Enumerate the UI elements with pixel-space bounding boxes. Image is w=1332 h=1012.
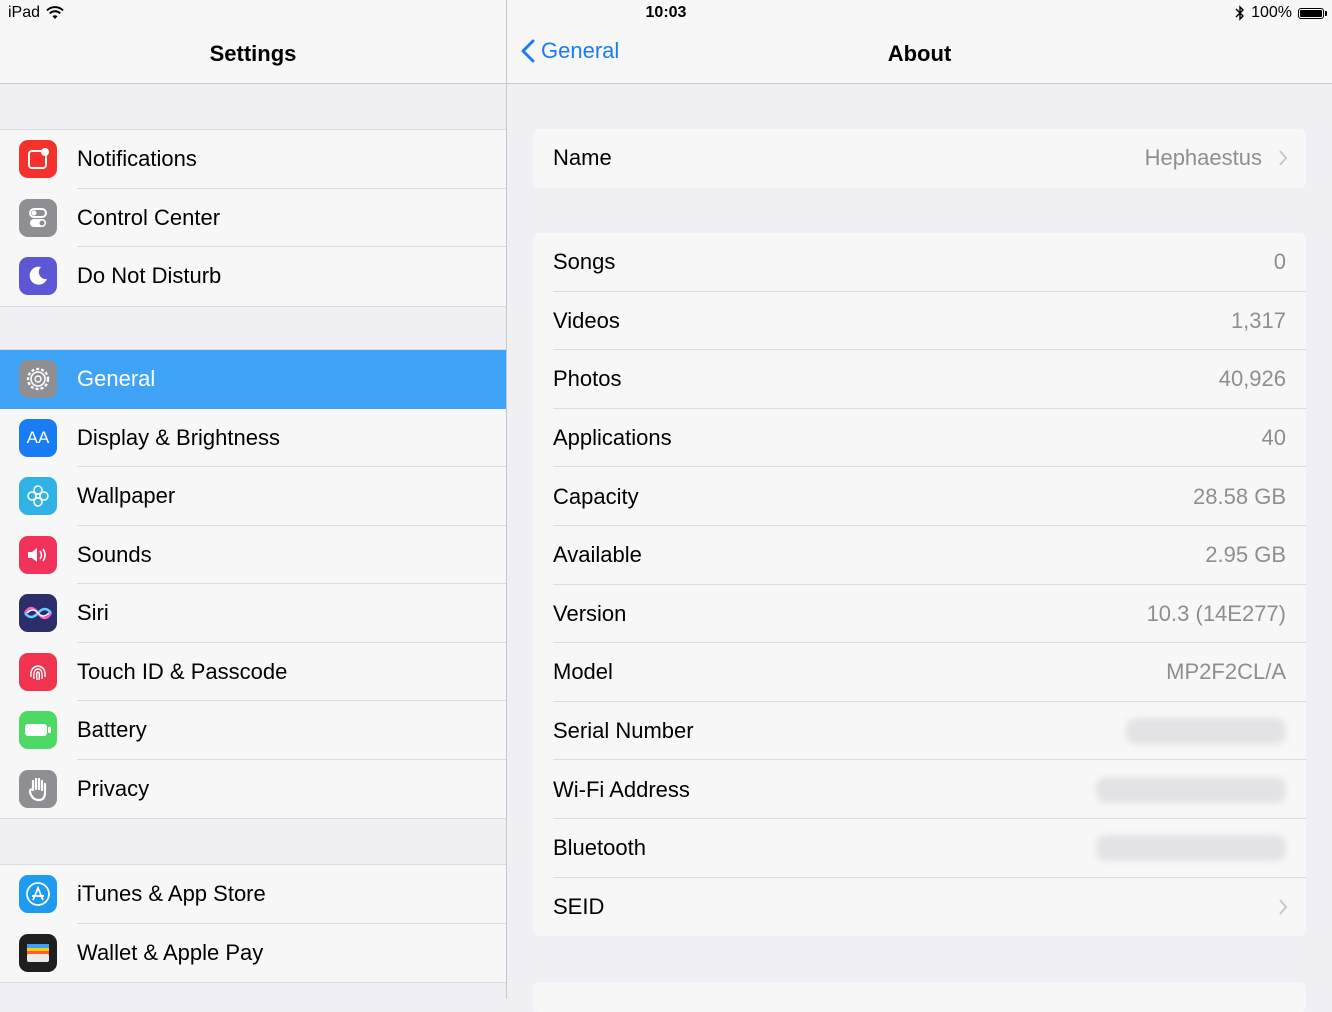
status-time: 10:03 <box>645 4 687 21</box>
bluetooth-row: Bluetooth <box>533 819 1306 878</box>
songs-value: 0 <box>1273 249 1286 275</box>
serial-number-redacted-value <box>1126 718 1286 745</box>
sidebar-item-display-brightness[interactable]: AA Display & Brightness <box>0 409 506 467</box>
sidebar-item-general[interactable]: General <box>0 350 506 409</box>
sidebar-item-sounds[interactable]: Sounds <box>0 526 506 584</box>
available-row: Available 2.95 GB <box>533 526 1306 585</box>
sidebar-item-notifications[interactable]: Notifications <box>0 130 506 189</box>
songs-row: Songs 0 <box>533 233 1306 292</box>
photos-value: 40,926 <box>1218 366 1286 392</box>
speaker-icon <box>19 535 57 574</box>
sidebar-item-label: Wallpaper <box>77 483 176 509</box>
sidebar-item-label: Siri <box>77 600 109 626</box>
serial-number-row: Serial Number <box>533 702 1306 761</box>
wallpaper-flower-icon <box>19 477 57 516</box>
about-pane: General About Name Hephaestus Songs 0 Vide… <box>507 0 1332 1012</box>
applications-label: Applications <box>553 425 672 451</box>
sidebar-item-do-not-disturb[interactable]: Do Not Disturb <box>0 247 506 306</box>
videos-value: 1,317 <box>1230 307 1286 333</box>
sidebar-item-label: Touch ID & Passcode <box>77 658 288 684</box>
settings-sidebar: Settings Notifications Control Center Do N… <box>0 0 507 999</box>
sidebar-item-privacy[interactable]: Privacy <box>0 760 506 819</box>
siri-icon <box>19 594 57 633</box>
bluetooth-redacted-value <box>1096 835 1286 862</box>
next-card <box>533 982 1306 1012</box>
sidebar-item-label: General <box>77 366 156 392</box>
settings-group-3: iTunes & App Store Wallet & Apple Pay <box>0 864 506 983</box>
sidebar-item-label: Wallet & Apple Pay <box>77 939 264 965</box>
sidebar-item-label: iTunes & App Store <box>77 881 266 907</box>
applications-value: 40 <box>1261 425 1286 451</box>
battery-icon <box>19 711 57 750</box>
available-label: Available <box>553 542 642 568</box>
seid-row[interactable]: SEID <box>533 878 1306 937</box>
chevron-right-icon <box>1279 898 1288 915</box>
serial-number-label: Serial Number <box>553 718 694 744</box>
sidebar-item-wallpaper[interactable]: Wallpaper <box>0 467 506 526</box>
chevron-right-icon <box>1279 150 1288 166</box>
page-title: About <box>887 41 952 66</box>
sidebar-item-label: Privacy <box>77 775 150 801</box>
status-bar: iPad 10:03 100% <box>0 0 1332 28</box>
photos-row: Photos 40,926 <box>533 350 1306 409</box>
sidebar-item-itunes-app-store[interactable]: iTunes & App Store <box>0 865 506 924</box>
battery-percent: 100% <box>1251 4 1292 21</box>
videos-row: Videos 1,317 <box>533 292 1306 351</box>
sidebar-item-label: Display & Brightness <box>77 424 280 450</box>
wi-fi-address-label: Wi-Fi Address <box>553 776 690 802</box>
model-value: MP2F2CL/A <box>1166 659 1286 685</box>
photos-label: Photos <box>553 366 622 392</box>
wi-fi-address-row: Wi-Fi Address <box>533 760 1306 819</box>
app-store-icon <box>19 875 57 914</box>
wi-fi-address-redacted-value <box>1096 776 1286 803</box>
bluetooth-icon <box>1235 5 1245 21</box>
applications-row: Applications 40 <box>533 409 1306 468</box>
sidebar-item-battery[interactable]: Battery <box>0 701 506 760</box>
songs-label: Songs <box>553 249 616 275</box>
sidebar-item-siri[interactable]: Siri <box>0 584 506 643</box>
hand-icon <box>19 769 57 808</box>
settings-group-1: Notifications Control Center Do Not Distur… <box>0 129 506 307</box>
available-value: 2.95 GB <box>1205 542 1286 568</box>
info-card: Songs 0 Videos 1,317 Photos 40,926 Application… <box>533 233 1306 937</box>
version-value: 10.3 (14E277) <box>1146 600 1286 626</box>
fingerprint-icon <box>19 652 57 691</box>
capacity-label: Capacity <box>553 483 639 509</box>
battery-status-icon <box>1298 7 1327 19</box>
sidebar-item-control-center[interactable]: Control Center <box>0 189 506 247</box>
model-label: Model <box>553 659 613 685</box>
sidebar-item-wallet-apple-pay[interactable]: Wallet & Apple Pay <box>0 924 506 983</box>
sidebar-title: Settings <box>209 41 297 66</box>
sidebar-item-label: Control Center <box>77 204 221 230</box>
sidebar-item-label: Do Not Disturb <box>77 263 222 289</box>
bluetooth-label: Bluetooth <box>553 835 646 861</box>
name-row[interactable]: Name Hephaestus <box>533 129 1306 188</box>
videos-label: Videos <box>553 307 620 333</box>
version-row: Version 10.3 (14E277) <box>533 585 1306 644</box>
capacity-row: Capacity 28.58 GB <box>533 467 1306 526</box>
sidebar-item-label: Battery <box>77 717 147 743</box>
display-aa-icon: AA <box>19 418 57 457</box>
control-center-icon <box>19 198 57 237</box>
name-row-value: Hephaestus <box>1144 145 1262 171</box>
wallet-icon <box>19 933 57 972</box>
seid-label: SEID <box>553 893 605 919</box>
gear-icon <box>19 360 57 399</box>
notifications-icon <box>19 140 57 179</box>
capacity-value: 28.58 GB <box>1193 483 1286 509</box>
version-label: Version <box>553 600 627 626</box>
sidebar-item-label: Sounds <box>77 541 152 567</box>
settings-group-2: General AA Display & Brightness Wallpaper So… <box>0 349 506 819</box>
name-row-key: Name <box>553 145 612 171</box>
sidebar-item-touch-id-passcode[interactable]: Touch ID & Passcode <box>0 643 506 701</box>
model-row: Model MP2F2CL/A <box>533 643 1306 702</box>
sidebar-item-label: Notifications <box>77 146 197 172</box>
moon-icon <box>19 257 57 296</box>
name-card: Name Hephaestus <box>533 129 1306 188</box>
